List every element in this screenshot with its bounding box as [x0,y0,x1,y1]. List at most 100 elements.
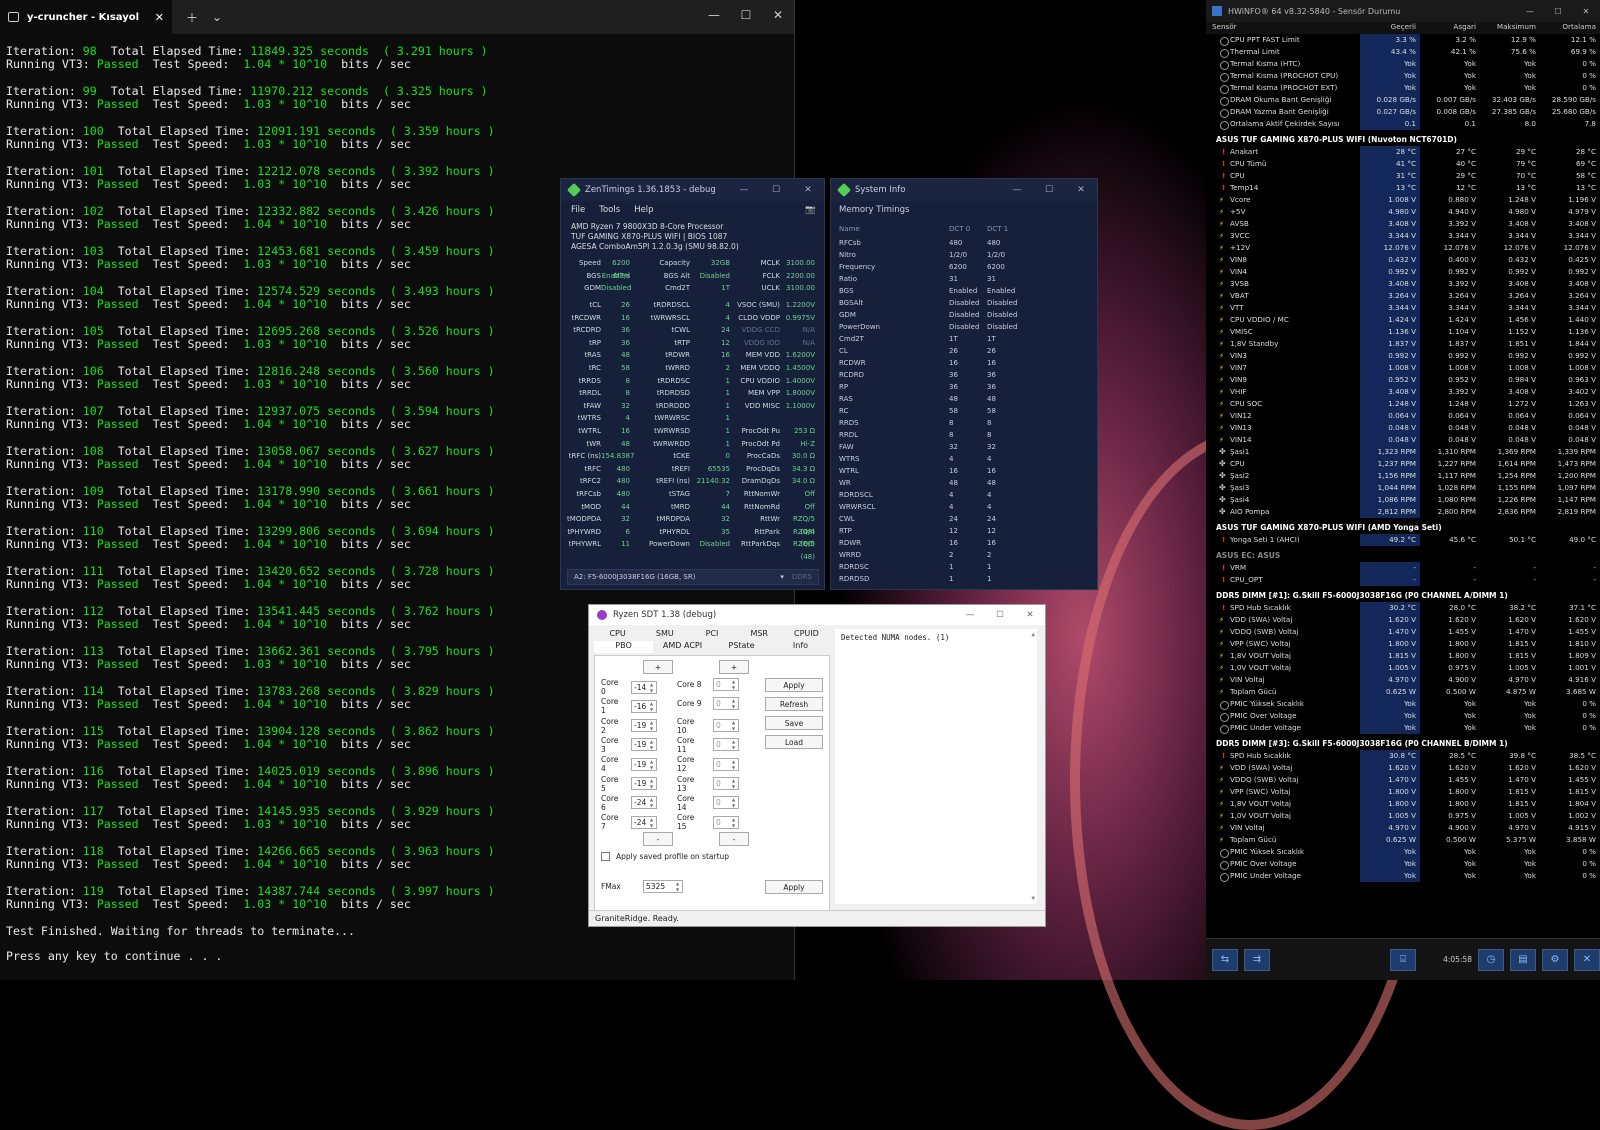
sensor-row[interactable]: Şasi31,044 RPM 1,028 RPM 1,155 RPM 1,097 RP… [1206,482,1600,494]
sensor-row[interactable]: CPU_OPT---- [1206,574,1600,586]
sensor-row[interactable]: VIN71.008 V1.008 V1.008 V1.008 V [1206,362,1600,374]
tab-msr[interactable]: MSR [736,629,783,641]
core-offset-input[interactable]: 0 [713,697,739,711]
maximize-button[interactable]: ☐ [760,185,792,195]
arrows-left-right-icon[interactable]: ⇆ [1212,948,1238,971]
sensor-row[interactable]: Ortalama Aktif Çekirdek Sayısı 0.1 0.1 8.0 7… [1206,118,1600,130]
sensor-row[interactable]: VIN Voltaj4.970 V4.900 V4.970 V4.916 V [1206,674,1600,686]
sensor-row[interactable]: VIN30.992 V0.992 V0.992 V0.992 V [1206,350,1600,362]
close-button[interactable]: ✕ [1065,185,1097,195]
module-select[interactable]: A2: F5-6000J3038F16G (16GB, SR) ▾ DDR5 [567,569,819,585]
minimize-button[interactable]: — [728,185,760,195]
load-button[interactable]: Load [765,735,823,749]
tab-info[interactable]: Info [771,641,830,653]
sensor-row[interactable]: Termal Kısma (HTC) Yok Yok Yok 0 % [1206,58,1600,70]
zentimings-window[interactable]: ZenTimings 1.36.1853 - debug — ☐ ✕ File To… [560,178,825,590]
sensor-row[interactable]: DRAM Yazma Bant Genişliği 0.027 GB/s 0.008… [1206,106,1600,118]
sensor-row[interactable]: Şasi11,323 RPM 1,310 RPM 1,369 RPM 1,339 RP… [1206,446,1600,458]
report-icon[interactable]: ▤ [1510,948,1536,971]
core-offset-input[interactable]: -19 [631,757,657,771]
menu-help[interactable]: Help [634,205,653,215]
sensor-row[interactable]: VIN130.048 V0.048 V0.048 V0.048 V [1206,422,1600,434]
sensor-row[interactable]: VDD (SWA) Voltaj1.620 V1.620 V1.620 V1.6… [1206,614,1600,626]
tab-smu[interactable]: SMU [641,629,688,641]
chevron-down-icon[interactable]: ⌄ [212,10,222,24]
close-button[interactable]: ✕ [1572,7,1600,16]
plus-button-left[interactable]: + [643,660,673,674]
sensor-row[interactable]: PMIC Yüksek Sıcaklık Yok Yok Yok 0 % [1206,698,1600,710]
minimize-button[interactable]: — [1001,185,1033,195]
sensor-group-header[interactable]: ASUS TUF GAMING X870-PLUS WIFI (Nuvoton … [1206,134,1600,146]
refresh-button[interactable]: Refresh [765,697,823,711]
camera-icon[interactable]: 📷 [805,205,816,215]
core-offset-input[interactable]: -14 [631,680,657,694]
sensor-row[interactable]: Şasi21,156 RPM 1,117 RPM 1,254 RPM 1,200 RP… [1206,470,1600,482]
sensor-row[interactable]: DRAM Okuma Bant Genişliği 0.028 GB/s 0.007… [1206,94,1600,106]
sensor-row[interactable]: 1,0V VOUT Voltaj1.005 V0.975 V1.005 V1.0… [1206,810,1600,822]
scroll-up-icon[interactable]: ▲ [1031,631,1035,638]
sensor-row[interactable]: +12V12.076 V12.076 V12.076 V12.076 V [1206,242,1600,254]
maximize-button[interactable]: ☐ [985,610,1015,620]
sensor-row[interactable]: VIN90.952 V0.952 V0.984 V0.963 V [1206,374,1600,386]
sensor-row[interactable]: PMIC Yüksek Sıcaklık Yok Yok Yok 0 % [1206,846,1600,858]
startup-checkbox[interactable] [601,852,610,861]
menu-file[interactable]: File [571,205,585,215]
sensor-row[interactable]: VMISC1.136 V1.104 V1.152 V1.136 V [1206,326,1600,338]
col-sensor[interactable]: Sensör [1206,22,1360,34]
sensor-row[interactable]: CPU VDDIO / MC1.424 V1.424 V1.456 V1.440… [1206,314,1600,326]
system-info-window[interactable]: System Info — ☐ ✕ Memory Timings Name DCT … [830,178,1098,590]
close-button[interactable]: ✕ [762,0,794,30]
save-button[interactable]: Save [765,716,823,730]
core-offset-input[interactable]: -24 [631,815,657,829]
close-button[interactable]: ✕ [792,185,824,195]
sensor-row[interactable]: Temp1413 °C12 °C13 °C13 °C [1206,182,1600,194]
gear-icon[interactable]: ⚙ [1542,948,1568,971]
sensor-row[interactable]: 1,8V Standby1.837 V1.837 V1.851 V1.844 V [1206,338,1600,350]
sensor-row[interactable]: PMIC Under Voltage Yok Yok Yok 0 % [1206,722,1600,734]
sensor-row[interactable]: CPU SOC1.248 V1.248 V1.272 V1.263 V [1206,398,1600,410]
col-max[interactable]: Maksimum [1480,22,1540,34]
sensor-row[interactable]: VBAT3.264 V3.264 V3.264 V3.264 V [1206,290,1600,302]
fmax-input[interactable]: 5325 [643,880,683,893]
sensor-row[interactable]: CPU Tümü41 °C 40 °C 79 °C 69 °C [1206,158,1600,170]
core-offset-input[interactable]: -19 [631,777,657,790]
arrows-expand-icon[interactable]: ⇉ [1244,948,1270,971]
sensor-row[interactable]: PMIC Over Voltage Yok Yok Yok 0 % [1206,710,1600,722]
startup-checkbox-row[interactable]: Apply saved profile on startup [601,852,729,861]
core-offset-input[interactable]: 0 [713,777,739,790]
sensor-row[interactable]: VIN140.048 V0.048 V0.048 V0.048 V [1206,434,1600,446]
core-offset-input[interactable]: 0 [713,796,739,810]
scroll-down-icon[interactable]: ▼ [1031,895,1035,902]
core-offset-input[interactable]: -19 [631,719,657,733]
col-avg[interactable]: Ortalama [1540,22,1600,34]
apply-button[interactable]: Apply [765,678,823,692]
sensor-row[interactable]: 1,0V VOUT Voltaj1.005 V0.975 V1.005 V1.0… [1206,662,1600,674]
sensor-row[interactable]: Vcore1.008 V 0.880 V 1.248 V 1.196 V [1206,194,1600,206]
sensor-row[interactable]: CPU PPT FAST Limit 3.3 % 3.2 % 12.9 % 12.1 % [1206,34,1600,46]
network-icon[interactable]: ⌸ [1390,948,1416,971]
minimize-button[interactable]: — [1516,7,1544,16]
core-offset-input[interactable]: 0 [713,738,739,752]
sensor-row[interactable]: Anakart28 °C27 °C29 °C28 °C [1206,146,1600,158]
clock-icon[interactable]: ◷ [1478,948,1504,971]
maximize-button[interactable]: ☐ [1544,7,1572,16]
sensor-row[interactable]: AVSB3.408 V3.392 V3.408 V3.408 V [1206,218,1600,230]
tab-amd-acpi[interactable]: AMD ACPI [653,641,712,653]
sensor-row[interactable]: VDDQ (SWB) Voltaj1.470 V1.455 V1.470 V1.… [1206,774,1600,786]
fmax-apply-button[interactable]: Apply [765,880,823,894]
sensor-row[interactable]: CPU31 °C 29 °C 70 °C 58 °C [1206,170,1600,182]
sensor-row[interactable]: VHIF3.408 V3.392 V3.408 V3.402 V [1206,386,1600,398]
tab-cpuid[interactable]: CPUID [783,629,830,641]
sensor-row[interactable]: VIN Voltaj4.970 V4.900 V4.970 V4.915 V [1206,822,1600,834]
sensor-row[interactable]: 3VCC3.344 V3.344 V3.344 V3.344 V [1206,230,1600,242]
terminal-tab[interactable]: y-cruncher - Kısayol ✕ [0,0,172,34]
sensor-group-header[interactable]: ASUS EC: ASUS [1206,550,1600,562]
maximize-button[interactable]: ☐ [730,0,762,30]
col-current[interactable]: Geçerli [1360,22,1420,34]
sensor-row[interactable]: Termal Kısma (PROCHOT CPU) Yok Yok Yok 0 % [1206,70,1600,82]
minimize-button[interactable]: — [698,0,730,30]
sensor-group-header[interactable]: DDR5 DIMM [#3]: G.Skill F5-6000J3038F16G… [1206,738,1600,750]
sensor-row[interactable]: Şasi41,086 RPM 1,080 RPM 1,226 RPM 1,147 RP… [1206,494,1600,506]
sensor-row[interactable]: PMIC Over Voltage Yok Yok Yok 0 % [1206,858,1600,870]
sensor-row[interactable]: VIN120.064 V0.064 V0.064 V0.064 V [1206,410,1600,422]
